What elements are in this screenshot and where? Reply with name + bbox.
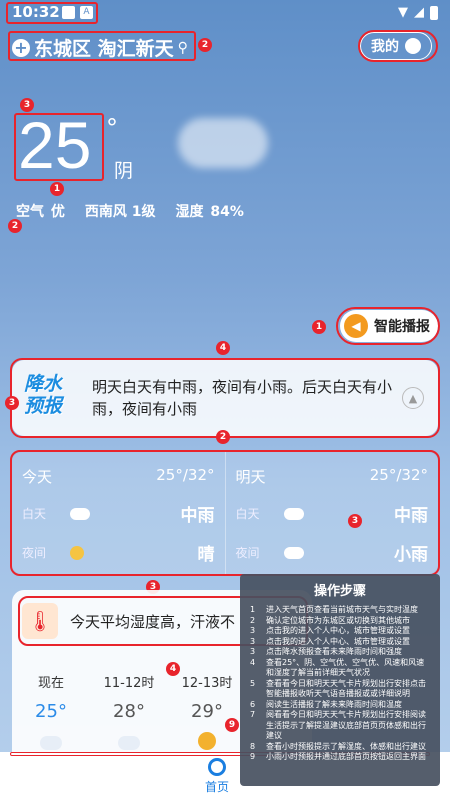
cloud-icon xyxy=(40,736,62,750)
sun-icon xyxy=(198,732,216,750)
tab-home-label: 首页 xyxy=(205,780,230,794)
degree-symbol: ° xyxy=(106,114,118,142)
hour-temp: 25° xyxy=(35,701,67,722)
marker-2b: 2 xyxy=(8,219,22,233)
current-condition: 阴 xyxy=(114,160,134,182)
air-quality: 优 xyxy=(50,204,65,220)
step-item: 9 小雨小时预报并通过底部首页按钮返回主界面 xyxy=(250,752,426,761)
cloud-illustration xyxy=(178,118,268,168)
hour-time: 现在 xyxy=(37,676,64,691)
step-item: 4 查看25°、阴、空气优、空气优、风速和风速和湿度了解当前详细天气状况 xyxy=(250,657,425,678)
marker-4b: 4 xyxy=(166,662,180,676)
hour-item: 现在 25° xyxy=(12,672,90,750)
marker-1b: 1 xyxy=(312,320,326,334)
highlight-precip xyxy=(10,358,440,438)
highlight-status xyxy=(6,2,98,24)
hour-item: 12-13时 29° xyxy=(168,672,246,750)
highlight-my xyxy=(358,30,438,62)
step-item: 3 点击我的进入个人中心，城市管理或设置 xyxy=(250,626,410,635)
hour-time: 11-12时 xyxy=(103,676,155,691)
air-info: 空气 优 西南风 1级 湿度 84% xyxy=(16,201,244,221)
marker-4: 4 xyxy=(216,341,230,355)
step-item: 3 点击我的进入个人中心、城市管理或设置 xyxy=(250,636,410,646)
marker-2c: 2 xyxy=(216,430,230,444)
marker-3c: 3 xyxy=(348,514,362,528)
battery-icon xyxy=(430,5,438,20)
marker-3b: 3 xyxy=(5,396,19,410)
step-item: 3 点击降水预报查看未来降雨时间和强度 xyxy=(250,647,402,656)
home-icon xyxy=(208,758,226,776)
operation-steps-panel: 操作步骤 1 进入天气首页查看当前城市天气与实时温度 2 确认定位城市为东城区或切换… xyxy=(240,574,440,786)
humidity-value: 84% xyxy=(210,204,244,220)
steps-list: 1 进入天气首页查看当前城市天气与实时温度 2 确认定位城市为东城区或切换到其他城市… xyxy=(250,605,430,763)
hour-temp: 28° xyxy=(113,701,145,722)
step-item: 8 查看小时预报提示了解湿度、体感和出行建议 xyxy=(250,741,426,751)
marker-9: 9 xyxy=(225,718,239,732)
marker-1: 1 xyxy=(50,182,64,196)
highlight-broadcast xyxy=(336,307,440,345)
step-item: 2 确认定位城市为东城区或切换到其他城市 xyxy=(250,615,410,625)
hour-time: 12-13时 xyxy=(181,676,233,691)
hour-item: 11-12时 28° xyxy=(90,672,168,750)
highlight-days xyxy=(10,450,440,576)
tab-home[interactable]: 首页 xyxy=(205,758,229,795)
step-item: 7 阅看看今日和明天天气卡片规划出行安排阅读生活提示了解提温建议底部首页页体感和出… xyxy=(250,710,426,740)
cloud-icon xyxy=(118,736,140,750)
marker-2: 2 xyxy=(198,38,212,52)
air-label: 空气 xyxy=(16,204,44,220)
step-item: 1 进入天气首页查看当前城市天气与实时温度 xyxy=(250,605,418,614)
steps-title: 操作步骤 xyxy=(313,584,366,599)
signal-icon: ◢ xyxy=(414,5,424,20)
highlight-temp xyxy=(14,113,104,181)
step-item: 6 阅读生活播报了解未来降雨时间和温度 xyxy=(250,699,402,709)
humidity-label: 湿度 xyxy=(175,204,204,220)
wind-info: 西南风 1级 xyxy=(84,204,156,220)
status-icons: ▼ ◢ xyxy=(398,5,438,20)
wifi-icon: ▼ xyxy=(398,5,408,20)
step-item: 5 查看看今日和明天天气卡片规划出行安排点击智能播报收听天气语音播报或或详细说明 xyxy=(250,678,426,699)
highlight-location xyxy=(8,31,196,61)
